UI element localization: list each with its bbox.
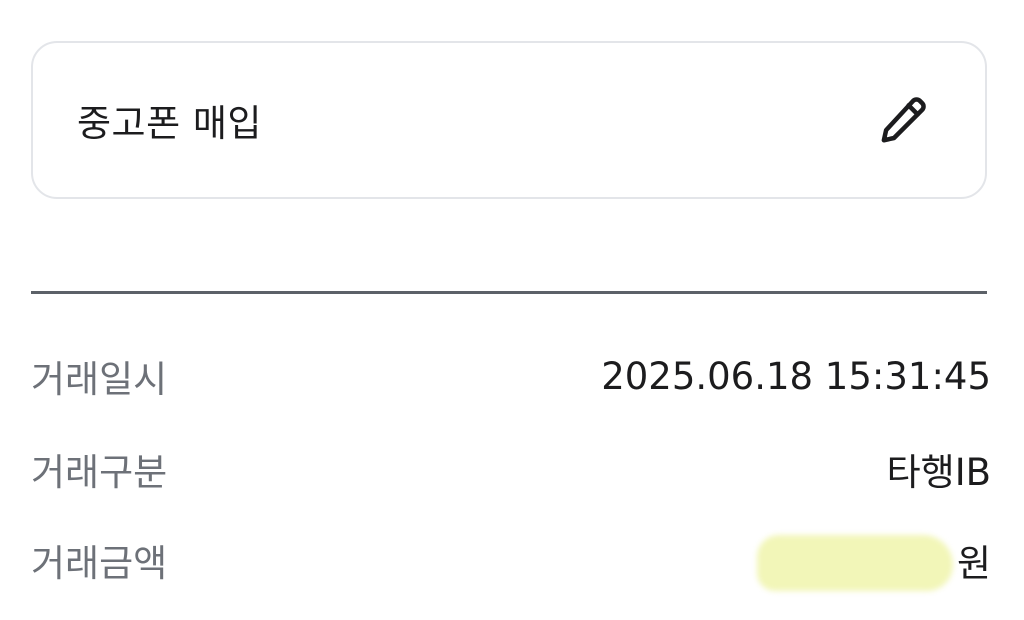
transaction-detail-page: 중고폰 매입 거래일시 2025.06.18 15:31:45 거래구분 타행I… (0, 0, 1024, 620)
redaction-highlight (757, 535, 953, 591)
detail-row-type: 거래구분 타행IB (31, 439, 991, 499)
edit-memo-button[interactable] (873, 90, 933, 150)
section-divider (31, 291, 987, 294)
type-value: 타행IB (886, 451, 991, 494)
pencil-icon (881, 97, 926, 143)
amount-unit: 원 (956, 542, 991, 585)
memo-card[interactable]: 중고폰 매입 (31, 41, 987, 199)
amount-value: 원 (757, 533, 991, 591)
memo-text: 중고폰 매입 (77, 102, 262, 145)
detail-row-amount: 거래금액 원 (31, 530, 991, 591)
type-label: 거래구분 (31, 451, 168, 494)
detail-row-datetime: 거래일시 2025.06.18 15:31:45 (31, 346, 991, 406)
datetime-label: 거래일시 (31, 358, 168, 401)
datetime-value: 2025.06.18 15:31:45 (601, 354, 991, 398)
amount-label: 거래금액 (31, 542, 168, 585)
